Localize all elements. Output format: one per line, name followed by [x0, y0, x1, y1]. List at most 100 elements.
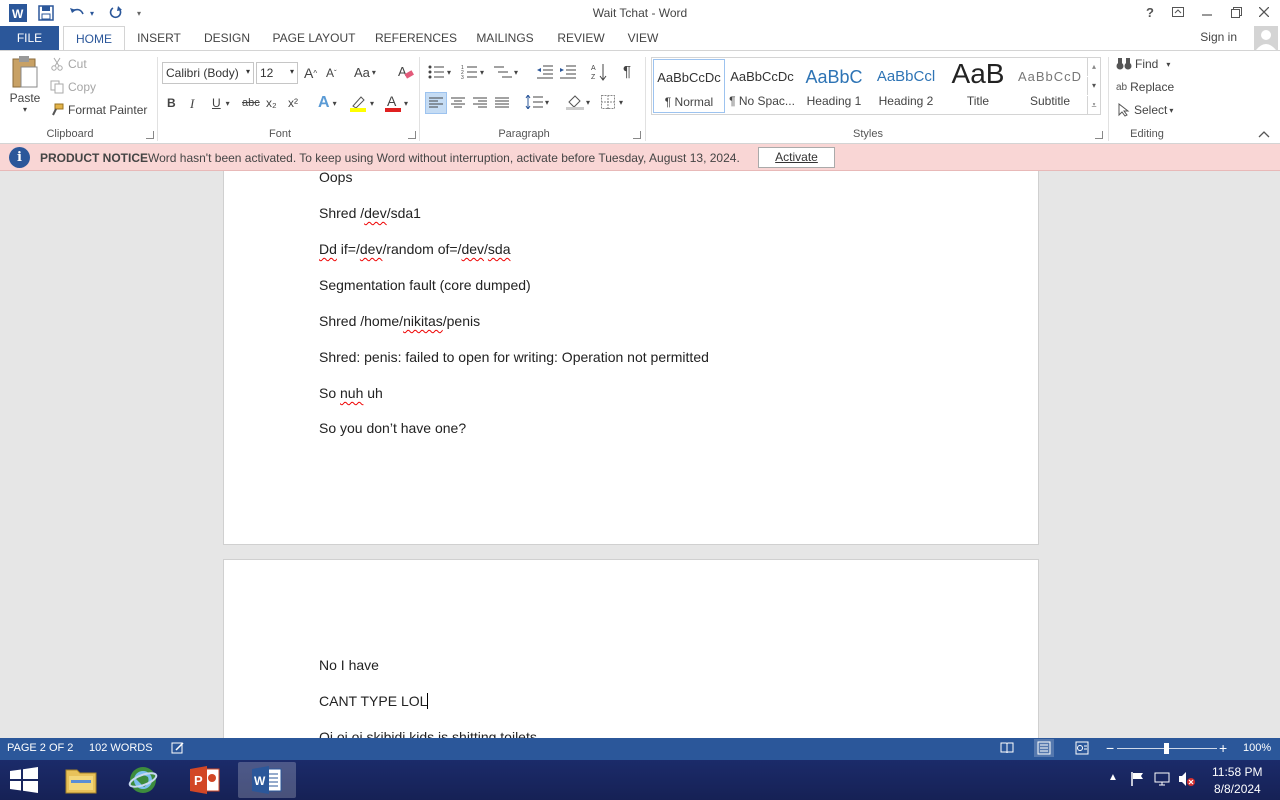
close-icon[interactable]	[1250, 0, 1278, 24]
style-title[interactable]: AaB Title	[942, 59, 1014, 113]
align-right-icon[interactable]	[473, 97, 487, 109]
document-page[interactable]: Oops Shred /dev/sda1 Dd if=/dev/random o…	[223, 171, 1039, 545]
proofing-icon[interactable]	[171, 741, 185, 758]
restore-icon[interactable]	[1222, 0, 1250, 24]
help-button[interactable]: ?	[1136, 0, 1164, 24]
style-heading-1[interactable]: AaBbC Heading 1	[798, 59, 870, 113]
bullets-icon[interactable]: ▾	[428, 65, 451, 79]
page-count[interactable]: PAGE 2 OF 2	[7, 742, 73, 754]
paragraph[interactable]: So nuh uh	[319, 385, 383, 401]
clear-formatting-icon[interactable]: A	[398, 64, 414, 80]
paragraph-launcher-icon[interactable]	[633, 131, 641, 139]
style-no-spacing[interactable]: AaBbCcDc ¶ No Spac...	[726, 59, 798, 113]
decrease-indent-icon[interactable]	[537, 65, 553, 79]
ribbon-display-options-icon[interactable]	[1164, 0, 1192, 24]
network-icon[interactable]	[1154, 771, 1170, 790]
tab-page-layout[interactable]: PAGE LAYOUT	[266, 26, 362, 50]
word-count[interactable]: 102 WORDS	[89, 742, 153, 754]
subscript-button[interactable]: x₂	[266, 96, 277, 110]
font-launcher-icon[interactable]	[408, 131, 416, 139]
italic-button[interactable]: I	[190, 96, 194, 112]
tab-mailings[interactable]: MAILINGS	[470, 26, 540, 50]
sign-in-link[interactable]: Sign in	[1200, 30, 1237, 44]
align-center-icon[interactable]	[451, 97, 465, 109]
clock-date[interactable]: 8/8/2024	[1214, 782, 1261, 796]
cut-button[interactable]: Cut	[50, 57, 87, 71]
style-subtitle[interactable]: AaBbCcD Subtitle	[1014, 59, 1086, 113]
activate-button[interactable]: Activate	[758, 147, 835, 168]
font-color-icon[interactable]: A ▾	[385, 94, 408, 112]
justify-icon[interactable]	[495, 97, 509, 109]
styles-scroll-down-icon[interactable]: ▾	[1087, 77, 1100, 95]
paragraph[interactable]: Oi oi oi skibidi kids is shitting toilet…	[319, 729, 537, 738]
styles-scroll-up-icon[interactable]: ▴	[1087, 58, 1100, 76]
tab-design[interactable]: DESIGN	[196, 26, 258, 50]
increase-indent-icon[interactable]	[560, 65, 576, 79]
grow-font-icon[interactable]: A ^	[304, 65, 317, 81]
styles-more-icon[interactable]: ⩡	[1087, 96, 1100, 114]
web-layout-icon[interactable]	[1075, 741, 1089, 758]
sort-icon[interactable]: AZ	[591, 63, 607, 81]
select-button[interactable]: Select ▾	[1118, 103, 1173, 117]
numbering-icon[interactable]: 1 2 3 ▾	[461, 65, 484, 79]
highlight-icon[interactable]: ▾	[349, 94, 374, 112]
change-case-button[interactable]: Aa ▾	[354, 65, 376, 80]
multilevel-list-icon[interactable]: ▾	[494, 65, 518, 79]
collapse-ribbon-icon[interactable]	[1258, 127, 1270, 138]
zoom-slider-thumb[interactable]	[1164, 743, 1169, 754]
shading-icon[interactable]: ▾	[566, 94, 590, 110]
show-formatting-marks-button[interactable]: ¶	[623, 63, 631, 80]
zoom-in-icon[interactable]: +	[1219, 740, 1227, 756]
paragraph[interactable]: Oops	[319, 171, 352, 185]
bold-button[interactable]: B	[167, 96, 176, 110]
line-spacing-icon[interactable]: ▾	[525, 95, 549, 109]
account-avatar[interactable]	[1254, 26, 1278, 50]
format-painter-button[interactable]: Format Painter	[50, 103, 147, 117]
paragraph[interactable]: So you don’t have one?	[319, 420, 466, 436]
minimize-icon[interactable]	[1193, 0, 1221, 24]
tab-review[interactable]: REVIEW	[550, 26, 612, 50]
start-button[interactable]	[0, 762, 48, 798]
paragraph[interactable]: Segmentation fault (core dumped)	[319, 277, 531, 293]
clock-time[interactable]: 11:58 PM	[1212, 765, 1262, 779]
styles-launcher-icon[interactable]	[1095, 131, 1103, 139]
paragraph[interactable]: Shred /dev/sda1	[319, 205, 421, 221]
tab-references[interactable]: REFERENCES	[372, 26, 460, 50]
shrink-font-icon[interactable]: Aˇ	[326, 66, 337, 80]
superscript-button[interactable]: x²	[288, 96, 298, 110]
tab-file[interactable]: FILE	[0, 26, 59, 50]
tab-insert[interactable]: INSERT	[130, 26, 188, 50]
style-normal[interactable]: AaBbCcDc ¶ Normal	[653, 59, 725, 113]
clipboard-launcher-icon[interactable]	[146, 131, 154, 139]
paragraph[interactable]: Shred: penis: failed to open for writing…	[319, 349, 709, 365]
action-center-flag-icon[interactable]	[1130, 771, 1146, 790]
text-effects-icon[interactable]: A ▾	[318, 94, 337, 112]
underline-button[interactable]: U ▾	[212, 96, 230, 110]
paste-button[interactable]: Paste ▾	[8, 55, 42, 121]
read-mode-icon[interactable]	[1000, 741, 1014, 758]
paragraph[interactable]: Shred /home/nikitas/penis	[319, 313, 480, 329]
volume-muted-icon[interactable]	[1178, 771, 1196, 790]
taskbar-powerpoint[interactable]: P	[176, 762, 234, 798]
tab-home[interactable]: HOME	[63, 26, 125, 51]
paragraph[interactable]: No I have	[319, 657, 379, 673]
paragraph[interactable]: CANT TYPE LOL	[319, 693, 429, 709]
strikethrough-button[interactable]: abc	[242, 97, 260, 109]
font-size-select[interactable]: 12 ▾	[256, 62, 298, 84]
align-left-icon[interactable]	[425, 92, 447, 114]
borders-icon[interactable]: ▾	[601, 95, 623, 109]
style-heading-2[interactable]: AaBbCcl Heading 2	[870, 59, 942, 113]
print-layout-icon[interactable]	[1034, 739, 1054, 757]
copy-button[interactable]: Copy	[50, 80, 96, 94]
taskbar-file-explorer[interactable]	[52, 762, 110, 798]
find-button[interactable]: Find ▾	[1116, 57, 1170, 71]
zoom-out-icon[interactable]: −	[1106, 740, 1114, 756]
document-page[interactable]: No I have CANT TYPE LOL Oi oi oi skibidi…	[223, 559, 1039, 738]
tab-view[interactable]: VIEW	[620, 26, 666, 50]
paragraph[interactable]: Dd if=/dev/random of=/dev/sda	[319, 241, 511, 257]
show-hidden-icons[interactable]: ▲	[1108, 772, 1118, 783]
taskbar-word[interactable]: W	[238, 762, 296, 798]
font-family-select[interactable]: Calibri (Body) ▾	[162, 62, 254, 84]
document-canvas[interactable]: Oops Shred /dev/sda1 Dd if=/dev/random o…	[0, 171, 1280, 738]
replace-button[interactable]: ab Replace	[1116, 80, 1174, 94]
